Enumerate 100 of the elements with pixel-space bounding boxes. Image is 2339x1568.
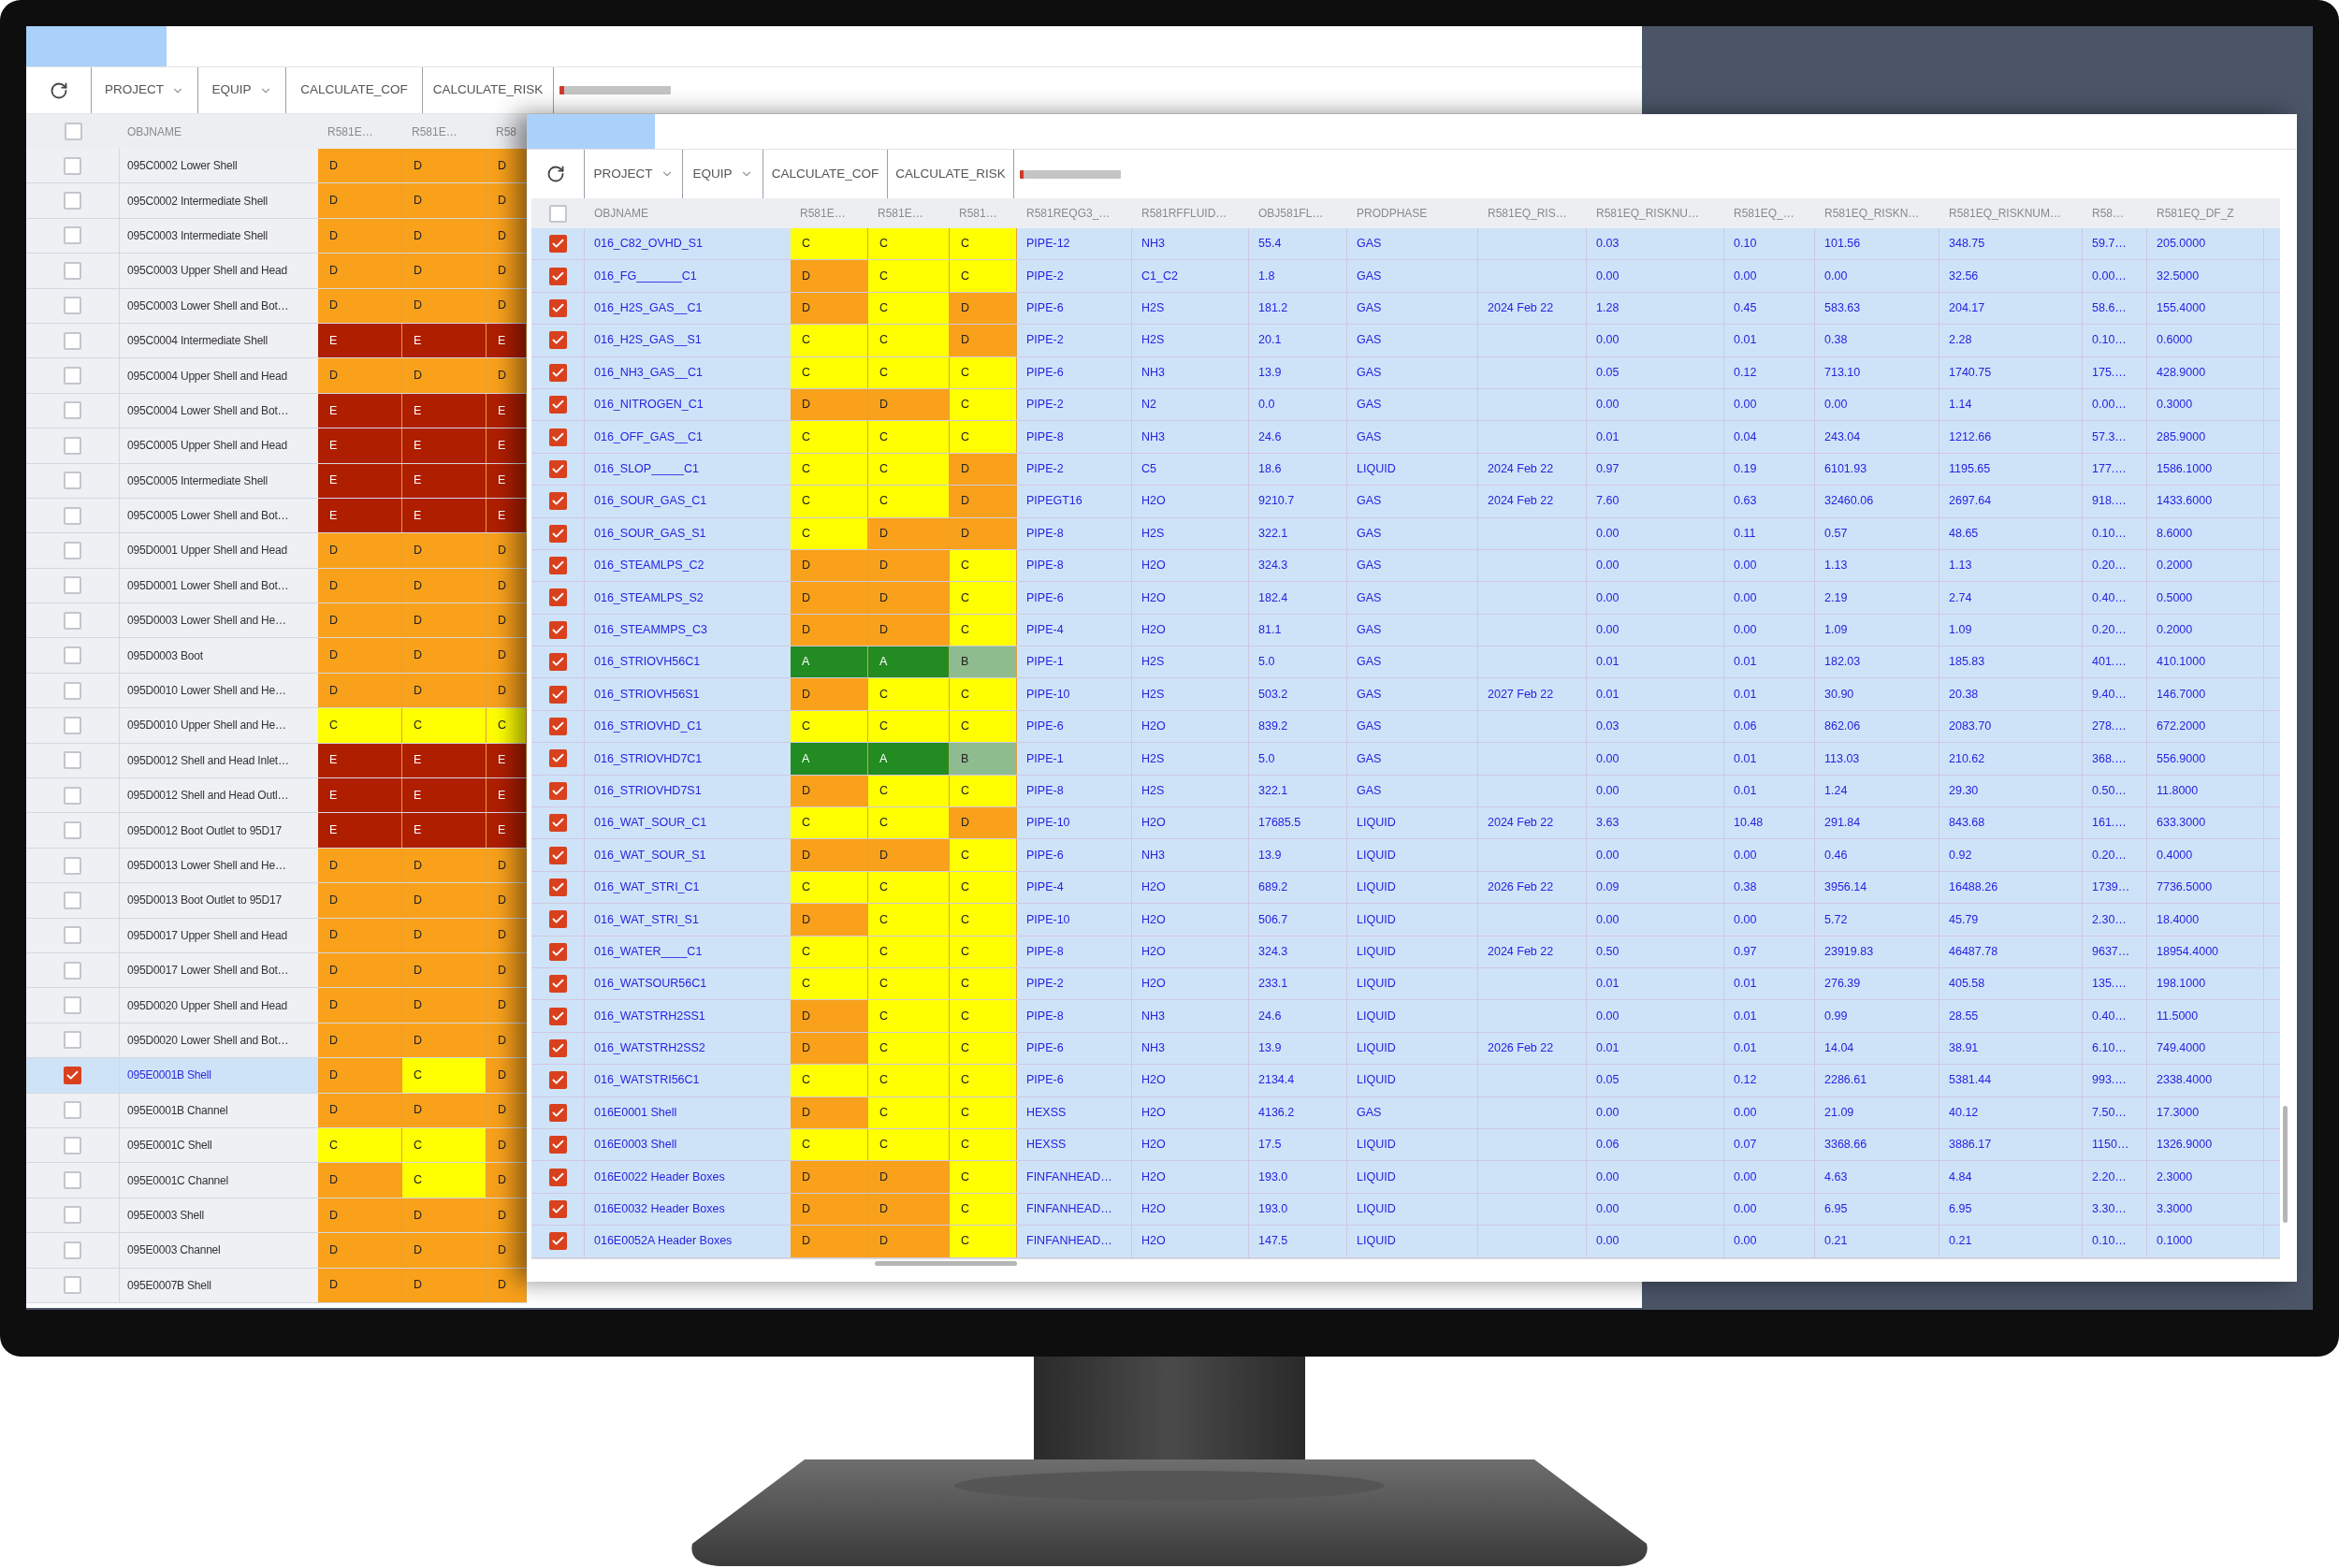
table-row[interactable]: 095C0005 Upper Shell and Head E E E [26,428,527,464]
table-row[interactable]: 016_FG_______C1 D C C PIPE-2 C1_C2 1.8 GAS 0.00 0.00 0.00 32.56 0.00… 32.5000 [531,260,2280,293]
table-row[interactable]: 095E0003 Channel D D D [26,1233,527,1269]
table-row[interactable]: 095E0003 Shell D D D [26,1198,527,1234]
table-row[interactable]: 016_WAT_SOUR_S1 D D C PIPE-6 NH3 13.9 LIQUID 0.00 0.00 0.46 0.92 0.20… 0.4000 [531,839,2280,872]
checkbox[interactable] [64,1136,81,1154]
checkbox[interactable] [64,506,81,525]
checkbox[interactable] [548,1232,567,1251]
table-row[interactable]: 016_WATER____C1 C C C PIPE-8 H2O 324.3 LIQUID 2024 Feb 22 0.50 0.97 23919.83 46487.78 9637… 18954.4000 [531,936,2280,968]
table-row[interactable]: 016_NH3_GAS__C1 C C C PIPE-6 NH3 13.9 GAS 0.05 0.12 713.10 1740.75 175.… 428.9000 [531,356,2280,389]
checkbox[interactable] [64,891,81,909]
checkbox[interactable] [548,1038,567,1057]
vertical-scrollbar[interactable] [2283,1106,2288,1223]
checkbox[interactable] [64,856,81,875]
table-row[interactable]: 095D0012 Shell and Head Inlet… E E E [26,743,527,779]
checkbox[interactable] [548,846,567,864]
table-row[interactable]: 095D0013 Boot Outlet to 95D17 D D D [26,883,527,919]
table-row[interactable]: 095D0020 Upper Shell and Head D D D [26,988,527,1024]
table-row[interactable]: 016_SOUR_GAS_C1 C C D PIPEGT16 H2O 9210.7 GAS 2024 Feb 22 7.60 0.63 32460.06 2697.64 918.… 1433.6000 [531,486,2280,518]
table-row[interactable]: 016_WATSTRI56C1 C C C PIPE-6 H2O 2134.4 LIQUID 0.05 0.12 2286.61 5381.44 993.… 2338.4000 [531,1065,2280,1097]
checkbox[interactable] [548,749,567,768]
table-row[interactable]: 016E0003 Shell C C C HEXSS H2O 17.5 LIQUID 0.06 0.07 3368.66 3886.17 1150… 1326.9000 [531,1128,2280,1162]
checkbox[interactable] [548,1136,567,1154]
dropdown-button[interactable]: EQUIP [198,67,286,113]
checkbox[interactable] [64,367,81,385]
table-row[interactable]: 016_SOUR_GAS_S1 C D D PIPE-8 H2S 322.1 GAS 0.00 0.11 0.57 48.65 0.10… 8.6000 [531,517,2280,550]
checkbox[interactable] [548,267,567,285]
checkbox[interactable] [64,401,81,420]
table-row[interactable]: 016_H2S_GAS__C1 D C D PIPE-6 H2S 181.2 GAS 2024 Feb 22 1.28 0.45 583.63 204.17 58.6… 155.4000 [531,292,2280,326]
table-row[interactable]: 016_STRIOVHD_C1 C C C PIPE-6 H2O 839.2 GAS 0.03 0.06 862.06 2083.70 278.… 672.2000 [531,710,2280,744]
checkbox[interactable] [64,996,81,1015]
table-row[interactable]: 016E0022 Header Boxes D D C FINFANHEAD… H2O 193.0 LIQUID 0.00 0.00 4.63 4.84 2.20… 2.3000 [531,1161,2280,1194]
table-row[interactable]: 095E0001B Channel D D D [26,1093,527,1128]
checkbox[interactable] [548,396,567,414]
checkbox[interactable] [64,646,81,665]
checkbox[interactable] [548,942,567,961]
checkbox[interactable] [64,297,81,315]
table-row[interactable]: 095C0002 Lower Shell D D D [26,149,527,184]
checkbox[interactable] [548,975,567,994]
checkbox[interactable] [548,492,567,511]
checkbox[interactable] [548,653,567,672]
table-row[interactable]: 095C0004 Intermediate Shell E E E [26,323,527,359]
checkbox[interactable] [64,716,81,734]
checkbox[interactable] [548,1071,567,1090]
checkbox[interactable] [64,821,81,840]
table-row[interactable]: 095D0001 Lower Shell and Bot… D D D [26,568,527,604]
table-row[interactable]: 095E0007B Shell D D D [26,1268,527,1303]
table-row[interactable]: 095C0004 Lower Shell and Bot… E E E [26,393,527,429]
checkbox[interactable] [64,156,81,175]
table-row[interactable]: 016_WAT_STRI_C1 C C C PIPE-4 H2O 689.2 LIQUID 2026 Feb 22 0.09 0.38 3956.14 16488.26 1739… 7736.5000 [531,871,2280,905]
checkbox[interactable] [64,1101,81,1120]
table-row[interactable]: 016_OFF_GAS__C1 C C C PIPE-8 NH3 24.6 GAS 0.01 0.04 243.04 1212.66 57.3… 285.9000 [531,421,2280,454]
table-row[interactable]: 095D0003 Boot D D D [26,638,527,674]
table-row[interactable]: 095C0005 Lower Shell and Bot… E E E [26,498,527,534]
checkbox[interactable] [64,611,81,630]
table-row[interactable]: 095C0003 Lower Shell and Bot… D D D [26,288,527,324]
checkbox[interactable] [548,588,567,607]
table-row[interactable]: 016_STRIOVH56C1 A A B PIPE-1 H2S 5.0 GAS 0.01 0.01 182.03 185.83 401.… 410.1000 [531,646,2280,679]
checkbox[interactable] [64,261,81,280]
table-row[interactable]: 016_C82_OVHD_S1 C C C PIPE-12 NH3 55.4 GAS 0.03 0.10 101.56 348.75 59.7… 205.0000 [531,228,2280,261]
table-row[interactable]: 016_STRIOVHD7S1 D C C PIPE-8 H2S 322.1 GAS 0.00 0.01 1.24 29.30 0.50… 11.8000 [531,775,2280,808]
checkbox[interactable] [64,226,81,245]
table-row[interactable]: 095D0010 Upper Shell and He… C C C [26,708,527,744]
table-row[interactable]: 016_SLOP_____C1 C C D PIPE-2 C5 18.6 LIQUID 2024 Feb 22 0.97 0.19 6101.93 1195.65 177.… 1586.1000 [531,453,2280,486]
table-row[interactable]: 095C0003 Intermediate Shell D D D [26,218,527,254]
checkbox[interactable] [64,1171,81,1189]
checkbox[interactable] [64,786,81,805]
dropdown-button[interactable]: PROJECT [92,67,198,113]
checkbox[interactable] [548,557,567,575]
checkbox[interactable] [64,542,81,559]
table-row[interactable]: 095E0001B Shell D C D [26,1058,527,1094]
horizontal-scrollbar[interactable] [875,1260,1017,1266]
checkbox[interactable] [64,331,81,350]
checkbox[interactable] [64,1206,81,1225]
table-row[interactable]: 016_STEAMMPS_C3 D D C PIPE-4 H2O 81.1 GAS 0.00 0.00 1.09 1.09 0.20… 0.2000 [531,614,2280,647]
table-row[interactable]: 016_WAT_STRI_S1 D C C PIPE-10 H2O 506.7 LIQUID 0.00 0.00 5.72 45.79 2.30… 18.4000 [531,904,2280,936]
checkbox[interactable] [64,472,81,490]
checkbox[interactable] [548,459,567,478]
checkbox[interactable] [64,1276,81,1295]
table-row[interactable]: 095E0001C Channel D C D [26,1163,527,1198]
table-row[interactable]: 095D0017 Lower Shell and Bot… D D D [26,953,527,989]
table-row[interactable]: 016_WATSTRH2SS1 D C C PIPE-8 NH3 24.6 LIQUID 0.00 0.01 0.99 28.55 0.40… 11.5000 [531,1000,2280,1033]
checkbox[interactable] [64,961,81,980]
checkbox[interactable] [64,123,82,140]
table-row[interactable]: 016_STEAMLPS_C2 D D C PIPE-8 H2O 324.3 GAS 0.00 0.00 1.13 1.13 0.20… 0.2000 [531,549,2280,583]
table-row[interactable]: 095D0010 Lower Shell and He… D D D [26,673,527,709]
checkbox[interactable] [548,1199,567,1218]
checkbox[interactable] [548,524,567,543]
table-row[interactable]: 095D0001 Upper Shell and Head D D D [26,533,527,569]
table-row[interactable]: 095D0012 Shell and Head Outl… E E E [26,778,527,814]
checkbox[interactable] [64,192,81,211]
checkbox[interactable] [548,910,567,929]
checkbox[interactable] [548,814,567,833]
table-row[interactable]: 095C0002 Intermediate Shell D D D [26,183,527,219]
checkbox[interactable] [548,363,567,382]
checkbox[interactable] [548,718,567,736]
table-row[interactable]: 095E0001C Shell C C D [26,1127,527,1164]
checkbox[interactable] [548,298,567,317]
table-row[interactable]: 095C0005 Intermediate Shell E E E [26,463,527,499]
table-row[interactable]: 016_NITROGEN_C1 D D C PIPE-2 N2 0.0 GAS 0.00 0.00 0.00 1.14 0.00… 0.3000 [531,388,2280,422]
